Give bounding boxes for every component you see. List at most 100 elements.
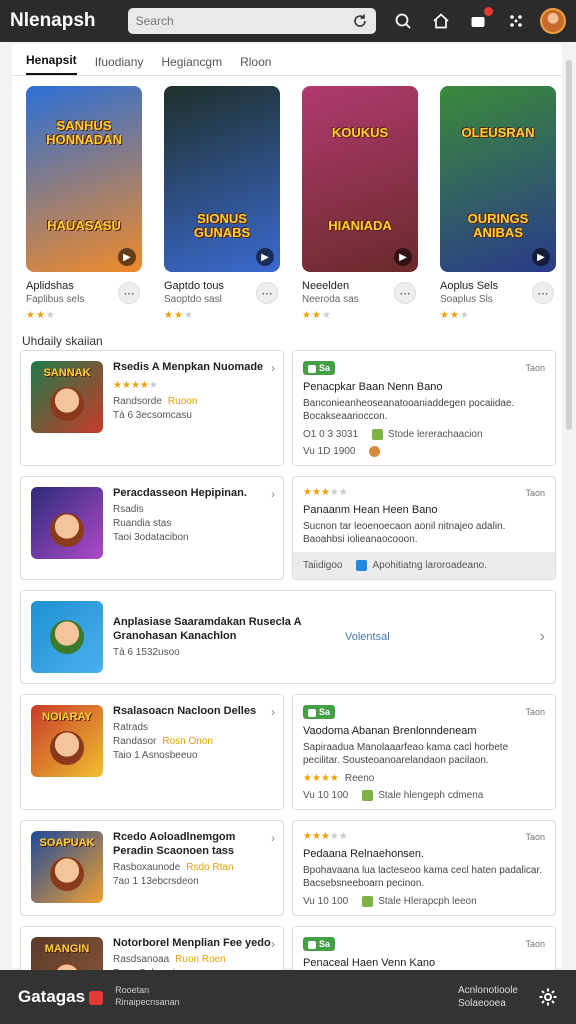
- play-badge-icon[interactable]: ▶: [256, 248, 274, 266]
- game-thumbnail[interactable]: [31, 601, 103, 673]
- extra-text: Randasor: [113, 735, 157, 747]
- chevron-right-icon[interactable]: ›: [271, 361, 275, 375]
- scrollbar[interactable]: [566, 60, 572, 430]
- footer-text: Rooetan Rinaipecnsanan: [115, 985, 180, 1008]
- user-avatar[interactable]: [540, 8, 566, 34]
- footer-link[interactable]: Stale Hlerapcph leeon: [378, 896, 476, 907]
- review-card[interactable]: Sa Taon Vaodoma Abanan Brenlonndeneam Sapir…: [292, 694, 556, 810]
- featured-card[interactable]: OLEUSRAN OURINGS ANIBAS ▶ Aoplus Sels Soaplu…: [440, 86, 556, 324]
- settings-gear-icon[interactable]: [538, 987, 558, 1007]
- review-card[interactable]: ★★★★★ Taon Panaanm Hean Heen Bano Sucnon ta…: [292, 476, 556, 580]
- play-badge-icon[interactable]: ▶: [394, 248, 412, 266]
- footer-link[interactable]: Apohitiatng laroroadeano.: [372, 560, 487, 571]
- game-date: 7ao 1 13ebcrsdeon: [113, 875, 199, 887]
- tab-1[interactable]: Ifuodiany: [95, 55, 144, 75]
- featured-meta: Aoplus Sels Soaplus Sls ★★★ ⋯: [440, 280, 556, 324]
- review-header: ★★★★★ Taon: [303, 831, 545, 842]
- chevron-right-icon[interactable]: ›: [540, 628, 545, 646]
- footer: Gatagas Rooetan Rinaipecnsanan Acnlonoti…: [0, 970, 576, 1024]
- star-icon: ★: [338, 487, 348, 498]
- search-icon[interactable]: [392, 10, 414, 32]
- app-logo[interactable]: Nlenapsh: [10, 10, 118, 32]
- star-icon: ★: [311, 773, 321, 784]
- art-title-bottom: HAUASASU: [47, 217, 121, 233]
- game-date: Tà 6 3ecsomcasu: [113, 409, 192, 421]
- star-icon: ★: [183, 310, 194, 321]
- apps-grid-icon[interactable]: [505, 10, 527, 32]
- footer-right-line-2: Solaeooea: [457, 998, 506, 1009]
- checkbox-icon[interactable]: [356, 560, 368, 571]
- featured-art[interactable]: SANHUS HONNADAN HAUASASU ▶: [26, 86, 142, 272]
- game-list: SANNAK Rsedis A Menpkan Nuomade ★★★★★ Rands…: [20, 350, 556, 1024]
- featured-art[interactable]: OLEUSRAN OURINGS ANIBAS ▶: [440, 86, 556, 272]
- footer-brand[interactable]: Gatagas: [18, 987, 104, 1007]
- chevron-right-icon[interactable]: ›: [271, 831, 275, 845]
- chevron-right-icon[interactable]: ›: [271, 487, 275, 501]
- more-options-icon[interactable]: ⋯: [118, 282, 140, 304]
- tab-2[interactable]: Hegiancgm: [161, 55, 222, 75]
- tag-text: Sa: [319, 363, 331, 373]
- tab-0[interactable]: Henapsit: [26, 53, 77, 75]
- search-bar[interactable]: [127, 8, 377, 34]
- notifications-icon[interactable]: [467, 7, 493, 32]
- art-title-top: OLEUSRAN: [461, 124, 535, 140]
- highlight-text: Ruon Roen: [175, 953, 226, 965]
- home-icon[interactable]: [430, 10, 452, 32]
- list-row: SOAPUAK Rcedo Aoloadlnemgom Peradin Scaon…: [20, 820, 556, 916]
- tab-3[interactable]: Rloon: [240, 55, 271, 75]
- star-icon: ★: [113, 379, 122, 391]
- extra-text: Randsorde: [113, 395, 162, 407]
- review-card[interactable]: ★★★★★ Taon Pedaana Relnaehonsen. Bpohavaana…: [292, 820, 556, 916]
- footer-meta: Vu 10 100: [303, 790, 349, 801]
- review-card[interactable]: Sa Taon Penacpkar Baan Nenn Bano Banconiean…: [292, 350, 556, 466]
- search-input[interactable]: [135, 14, 336, 28]
- extra-text: Rasdsanoaa: [113, 953, 170, 965]
- featured-wide-card[interactable]: Anplasiase Saaramdakan Rusecla A Granoha…: [20, 590, 556, 684]
- review-footer: Taiidigoo Apohitiatng laroroadeano.: [293, 552, 555, 579]
- footer-link[interactable]: Stale hlengeph cdmena: [378, 790, 483, 801]
- more-options-icon[interactable]: ⋯: [532, 282, 554, 304]
- review-tag: Sa: [303, 705, 336, 719]
- game-thumbnail[interactable]: NOIARAY: [31, 705, 103, 777]
- game-thumbnail[interactable]: [31, 487, 103, 559]
- featured-meta: Aplidshas Faplibus sels ★★★ ⋯: [26, 280, 142, 324]
- character-icon: [50, 731, 84, 765]
- footer-right-line-1[interactable]: Acnlonotioole: [458, 984, 518, 997]
- featured-card[interactable]: KOUKUS HIANIADA ▶ Neeelden Neeroda sas ★★★ ⋯: [302, 86, 418, 324]
- game-card[interactable]: NOIARAY Rsalasoacn Nacloon Delles Ratrads R…: [20, 694, 284, 810]
- play-badge-icon[interactable]: ▶: [118, 248, 136, 266]
- star-icon: ★: [173, 310, 184, 321]
- review-title: Penaceal Haen Venn Kano: [303, 957, 436, 969]
- game-card[interactable]: SOAPUAK Rcedo Aoloadlnemgom Peradin Scaon…: [20, 820, 284, 916]
- tag-icon: [308, 940, 316, 949]
- play-badge-icon[interactable]: ▶: [532, 248, 550, 266]
- rating-stars: ★★★: [26, 310, 56, 321]
- featured-card[interactable]: SANHUS HONNADAN HAUASASU ▶ Aplidshas Faplibu…: [26, 86, 142, 324]
- featured-card[interactable]: SIONUS GUNABS ▶ Gaptdo tous Saoptdo sasl ★★★…: [164, 86, 280, 324]
- main-panel: Henapsit Ifuodiany Hegiancgm Rloon SANHU…: [12, 44, 562, 1024]
- rating-stars: ★★★★: [303, 773, 339, 784]
- review-footer: O1 0 3 3031 Stode lererachaacion: [303, 429, 545, 440]
- game-card[interactable]: SANNAK Rsedis A Menpkan Nuomade ★★★★★ Rands…: [20, 350, 284, 466]
- chevron-right-icon[interactable]: ›: [271, 705, 275, 719]
- game-thumbnail[interactable]: SOAPUAK: [31, 831, 103, 903]
- view-link[interactable]: Volentsal: [345, 631, 390, 643]
- featured-art[interactable]: SIONUS GUNABS ▶: [164, 86, 280, 272]
- review-description: Banconieanheoseanatooaniaddegen pocaiida…: [303, 398, 515, 422]
- rating-stars: ★★★: [164, 310, 194, 321]
- featured-art[interactable]: KOUKUS HIANIADA ▶: [302, 86, 418, 272]
- more-options-icon[interactable]: ⋯: [256, 282, 278, 304]
- star-icon: ★: [311, 831, 321, 842]
- art-title-top: KOUKUS: [331, 124, 389, 140]
- footer-link[interactable]: Stode lererachaacion: [388, 429, 483, 440]
- footer-meta: Vu 10 100: [303, 896, 349, 907]
- star-icon: ★: [329, 487, 339, 498]
- chevron-right-icon[interactable]: ›: [271, 937, 275, 951]
- game-thumbnail[interactable]: SANNAK: [31, 361, 103, 433]
- thumbnail-title: SOAPUAK: [39, 837, 95, 849]
- top-bar: Nlenapsh: [0, 0, 576, 42]
- game-card[interactable]: Peracdasseon Hepipinan. Rsadis Ruandia sta…: [20, 476, 284, 580]
- star-icon: ★: [321, 310, 332, 321]
- refresh-icon[interactable]: [352, 13, 368, 29]
- more-options-icon[interactable]: ⋯: [394, 282, 416, 304]
